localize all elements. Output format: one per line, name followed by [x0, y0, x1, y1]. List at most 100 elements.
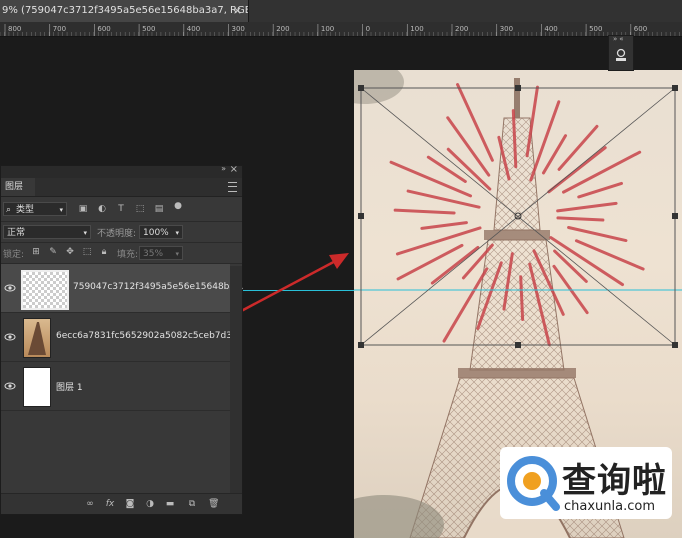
- ruler-ticks: 800 700 600 500 400 300 200 100 0 100 200 300 400 500…: [0, 24, 680, 36]
- fx-icon[interactable]: fx: [105, 499, 115, 509]
- collapsed-panel-dock[interactable]: »«: [608, 35, 634, 71]
- ruler-label: 200: [455, 25, 468, 33]
- panel-bottom-toolbar: ∞ fx ◙ ◑ ▬ ⧉ 🗑︎: [1, 493, 242, 514]
- folder-icon[interactable]: ▬: [165, 499, 175, 509]
- layers-list: 759047c3712f3495a5e56e15648ba... 6ecc6a7…: [1, 264, 244, 414]
- burst-ray: [567, 225, 628, 243]
- tab-layers[interactable]: 图层: [1, 178, 35, 196]
- lock-label: 锁定:: [3, 250, 25, 260]
- filter-toggle-icon[interactable]: ●: [173, 201, 183, 211]
- panel-scrollbar[interactable]: [230, 266, 242, 494]
- layers-panel: » × 图层 ⌕ 类型 ▾ ▣ ◐ T ⬚ ▤ ● 正常 ▾ 不透明度: 100…: [0, 164, 244, 515]
- ruler-label: 100: [410, 25, 423, 33]
- filter-kind-select[interactable]: ⌕ 类型 ▾: [3, 202, 67, 216]
- lock-row: 锁定: ⊞ ✎ ✥ ⬚ 🔒︎ 填充: 35% ▾: [1, 243, 242, 264]
- ruler-label: 800: [8, 25, 21, 33]
- ruler-label: 0: [366, 25, 370, 33]
- filter-type-icon[interactable]: T: [116, 204, 126, 214]
- close-tab-icon[interactable]: ×: [233, 0, 242, 22]
- annotation-arrow: [229, 253, 349, 319]
- chevron-down-icon: ▾: [83, 229, 87, 237]
- transform-handle-t[interactable]: [515, 85, 521, 91]
- visibility-eye-icon[interactable]: [4, 331, 16, 343]
- burst-ray: [556, 216, 605, 222]
- mask-icon[interactable]: ◙: [125, 499, 135, 509]
- document-tab-bar: 9% (759047c3712f3495a5e56e15648ba3a7, RG…: [0, 0, 682, 22]
- ruler-label: 200: [276, 25, 289, 33]
- transform-handle-tr[interactable]: [672, 85, 678, 91]
- burst-ray: [393, 208, 456, 215]
- ruler-label: 400: [187, 25, 200, 33]
- opacity-label: 不透明度:: [97, 229, 137, 239]
- burst-ray: [574, 239, 645, 271]
- burst-ray: [420, 221, 468, 230]
- ruler-label: 400: [544, 25, 557, 33]
- layer-thumbnail-transparent: [21, 270, 69, 310]
- lock-paint-icon[interactable]: ✎: [48, 247, 58, 257]
- watermark-logo: 查询啦 chaxunla.com: [500, 447, 672, 519]
- opacity-field[interactable]: 100% ▾: [139, 225, 183, 239]
- lock-all-icon[interactable]: 🔒︎: [99, 247, 109, 257]
- close-panel-icon[interactable]: ×: [230, 164, 238, 175]
- layer-filter-row: ⌕ 类型 ▾ ▣ ◐ T ⬚ ▤ ●: [1, 197, 242, 222]
- fill-field[interactable]: 35% ▾: [139, 246, 183, 260]
- lock-artboard-icon[interactable]: ⬚: [82, 247, 92, 257]
- panel-menu-icon[interactable]: [228, 182, 237, 192]
- burst-ray: [519, 275, 525, 321]
- layer-row[interactable]: 759047c3712f3495a5e56e15648ba...: [1, 264, 244, 313]
- burst-ray: [553, 249, 588, 283]
- horizontal-ruler[interactable]: 800 700 600 500 400 300 200 100 0 100 200 300 400 500…: [0, 22, 682, 37]
- fill-value: 35%: [143, 249, 164, 259]
- chevron-down-icon: ▾: [175, 229, 179, 237]
- adjustment-icon[interactable]: ◑: [145, 499, 155, 509]
- burst-ray: [556, 201, 618, 213]
- visibility-eye-icon[interactable]: [4, 380, 16, 392]
- document-tab[interactable]: 9% (759047c3712f3495a5e56e15648ba3a7, RG…: [0, 0, 249, 22]
- ruler-label: 500: [142, 25, 155, 33]
- filter-smart-object-icon[interactable]: ▤: [154, 204, 164, 214]
- filter-shape-icon[interactable]: ⬚: [135, 204, 145, 214]
- visibility-eye-icon[interactable]: [4, 282, 16, 294]
- ruler-label: 300: [232, 25, 245, 33]
- burst-ray: [430, 245, 480, 285]
- filter-adjustment-icon[interactable]: ◐: [97, 204, 107, 214]
- watermark-domain: chaxunla.com: [564, 499, 655, 514]
- layer-name: 图层 1: [56, 383, 83, 393]
- burst-ray: [456, 83, 494, 162]
- layer-row[interactable]: 图层 1: [1, 362, 230, 411]
- expand-dock-icon[interactable]: »«: [613, 35, 626, 43]
- blend-row: 正常 ▾ 不透明度: 100% ▾: [1, 222, 242, 243]
- transform-handle-l[interactable]: [358, 213, 364, 219]
- transform-handle-b[interactable]: [515, 342, 521, 348]
- burst-ray: [395, 226, 482, 256]
- layer-name: 759047c3712f3495a5e56e15648ba...: [73, 282, 244, 292]
- collapse-panel-icon[interactable]: »: [221, 164, 226, 173]
- transform-handle-r[interactable]: [672, 213, 678, 219]
- panel-tabs: 图层: [1, 178, 242, 197]
- watermark-q-icon: [507, 456, 560, 511]
- lock-transparent-icon[interactable]: ⊞: [31, 247, 41, 257]
- filter-kind-label: 类型: [16, 205, 35, 215]
- ruler-label: 700: [53, 25, 66, 33]
- blend-mode-select[interactable]: 正常 ▾: [3, 225, 91, 239]
- properties-icon[interactable]: [614, 48, 628, 62]
- document-tab-title: 9% (759047c3712f3495a5e56e15648ba3a7, RG…: [2, 5, 249, 16]
- transform-handle-bl[interactable]: [358, 342, 364, 348]
- ruler-label: 100: [321, 25, 334, 33]
- ruler-label: 500: [589, 25, 602, 33]
- ruler-label: 600: [97, 25, 110, 33]
- ruler-label: 600: [634, 25, 647, 33]
- layer-thumbnail-white: [23, 367, 51, 407]
- layer-row[interactable]: 6ecc6a7831fc5652902a5082c5ceb7d3: [1, 313, 232, 362]
- lock-move-icon[interactable]: ✥: [65, 247, 75, 257]
- transform-handle-br[interactable]: [672, 342, 678, 348]
- transform-handle-tl[interactable]: [358, 85, 364, 91]
- layer-thumbnail-eiffel: [23, 318, 51, 358]
- burst-ray: [557, 124, 599, 171]
- trash-icon[interactable]: 🗑︎: [208, 499, 219, 509]
- link-icon[interactable]: ∞: [85, 499, 95, 509]
- new-layer-icon[interactable]: ⧉: [187, 499, 197, 509]
- search-icon: ⌕: [6, 205, 12, 215]
- ruler-label: 300: [500, 25, 513, 33]
- filter-pixel-icon[interactable]: ▣: [78, 204, 88, 214]
